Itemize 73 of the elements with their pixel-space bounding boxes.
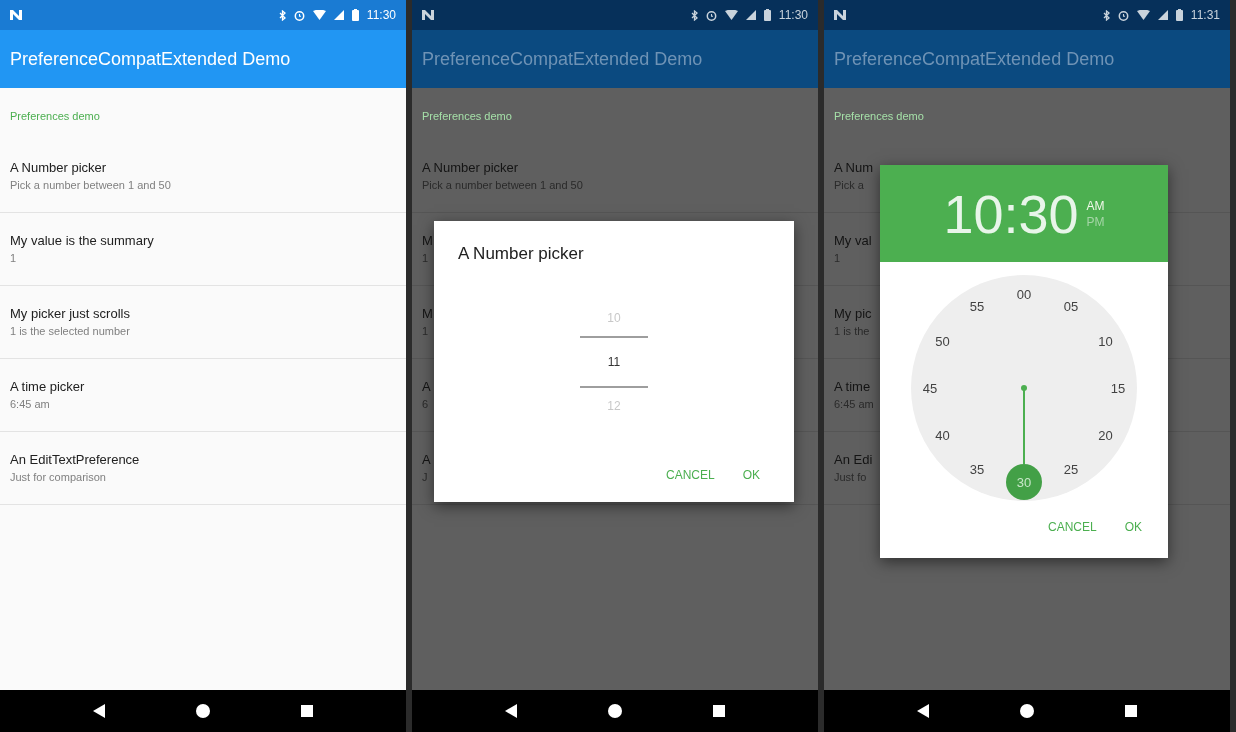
app-title: PreferenceCompatExtended Demo [834,47,1115,71]
back-icon[interactable] [505,704,517,718]
preference-summary: Pick a number between 1 and 50 [10,178,171,193]
preference-summary: Just for comparison [10,470,106,485]
clock-number[interactable]: 25 [1063,461,1079,477]
preference-title: A Number picker [10,159,107,177]
preference-title: A time picker [10,378,85,396]
preference-title: My value is the summary [10,232,154,250]
preference-title: A Num [834,159,873,177]
preference-title: An Edi [834,451,873,469]
wifi-icon [312,10,326,20]
preference-item[interactable]: A time picker 6:45 am [0,359,406,432]
alarm-icon [293,9,305,21]
signal-icon [333,10,344,20]
home-icon[interactable] [607,703,623,719]
preference-summary: 1 is the selected number [10,324,130,339]
preference-item[interactable]: My value is the summary 1 [0,213,406,286]
bluetooth-icon [278,9,286,21]
signal-icon [1157,10,1168,20]
clock-number[interactable]: 35 [969,461,985,477]
home-icon[interactable] [1019,703,1035,719]
preference-title: M [422,305,433,323]
clock-number[interactable]: 10 [1098,333,1113,349]
signal-icon [745,10,756,20]
home-icon[interactable] [195,703,211,719]
clock-number[interactable]: 20 [1098,427,1113,443]
notification-icon [834,10,846,20]
picker-value[interactable]: 11 [580,336,648,389]
preference-title: My picker just scrolls [10,305,130,323]
back-icon[interactable] [917,704,929,718]
clock-number[interactable]: 05 [1063,299,1079,315]
clock-number[interactable]: 50 [935,333,950,349]
battery-icon [1175,9,1183,21]
battery-icon [351,9,359,21]
alarm-icon [1117,9,1129,21]
bluetooth-icon [690,9,698,21]
status-time: 11:30 [778,7,808,24]
preference-item[interactable]: My picker just scrolls 1 is the selected number [0,286,406,359]
bluetooth-icon [1102,9,1110,21]
clock-face[interactable] [911,275,1137,501]
clock-number[interactable]: 40 [935,427,950,443]
alarm-icon [705,9,717,21]
wifi-icon [1136,10,1150,20]
dialog-title: A Number picker [458,243,585,265]
category-header: Preferences demo [422,110,512,122]
back-icon[interactable] [93,704,105,718]
preference-title: A [422,451,431,469]
status-time: 11:30 [366,7,396,24]
category-header: Preferences demo [834,110,924,122]
preference-title: My val [834,232,872,250]
clock-number[interactable]: 55 [969,299,985,315]
wifi-icon [724,10,738,20]
preference-title: A Number picker [422,159,519,177]
notification-icon [10,10,22,20]
category-header: Preferences demo [10,110,100,122]
clock-number[interactable]: 00 [1016,286,1032,302]
app-title: PreferenceCompatExtended Demo [422,47,703,71]
time-display: 10:30 [943,186,1079,241]
notification-icon [422,10,434,20]
app-title: PreferenceCompatExtended Demo [10,47,291,71]
preference-title: A time [834,378,871,396]
status-time: 11:31 [1190,7,1220,24]
battery-icon [763,9,771,21]
clock-number[interactable]: 15 [1110,380,1126,396]
preference-item[interactable]: An EditTextPreference Just for comparison [0,432,406,505]
preference-title: A [422,378,431,396]
preference-title: An EditTextPreference [10,451,140,469]
clock-number[interactable]: 45 [922,380,938,396]
preference-summary: 1 [10,251,17,266]
preference-title: My pic [834,305,872,323]
preference-item[interactable]: A Number picker Pick a number between 1 and 50 [0,140,406,213]
preference-title: M [422,232,433,250]
preference-summary: 6:45 am [10,397,50,412]
